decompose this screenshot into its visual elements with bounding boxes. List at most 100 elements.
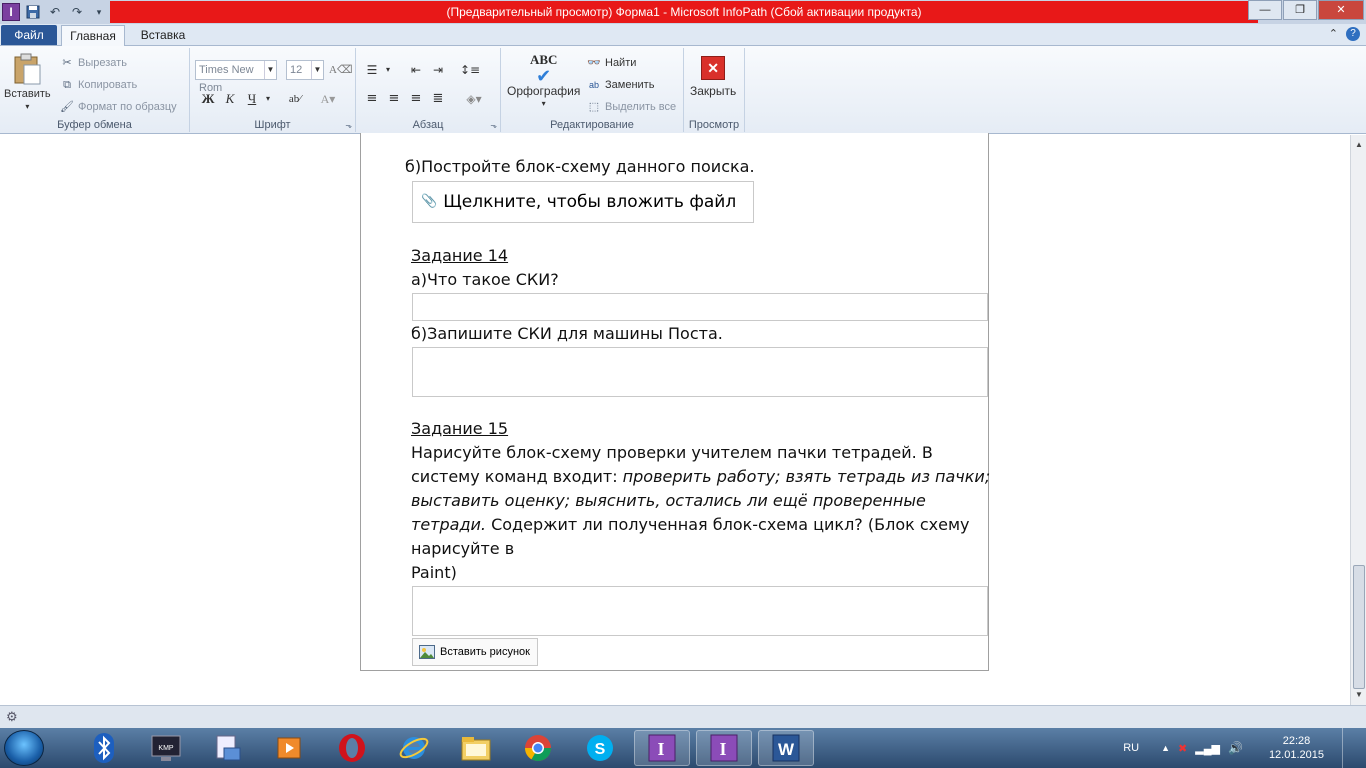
network-icon[interactable]: ✖ xyxy=(1178,742,1187,755)
form-page: б)Постройте блок-схему данного поиска. 📎… xyxy=(360,133,991,671)
taskbar-explorer[interactable] xyxy=(448,730,504,766)
find-label: Найти xyxy=(605,57,637,69)
taskbar-ie[interactable] xyxy=(386,730,442,766)
scroll-down-icon[interactable]: ▼ xyxy=(1351,687,1366,703)
replace-button[interactable]: ab Заменить xyxy=(587,78,654,92)
volume-icon[interactable]: 🔊 xyxy=(1228,741,1243,755)
clear-formatting-button[interactable]: A⌫ xyxy=(329,60,353,80)
taskbar-skype[interactable]: S xyxy=(572,730,628,766)
answer-14b-field[interactable] xyxy=(412,347,988,397)
form-status-icon[interactable]: ⚙ xyxy=(6,709,18,725)
taskbar-infopath-2[interactable]: I xyxy=(696,730,752,766)
ribbon-options: ⌃ ? xyxy=(1329,27,1360,41)
find-button[interactable]: 👓 Найти xyxy=(587,56,636,70)
maximize-button[interactable]: ❐ xyxy=(1283,0,1317,20)
save-icon[interactable] xyxy=(24,3,42,21)
clock-time: 22:28 xyxy=(1282,735,1311,747)
close-preview-button[interactable]: ✕ Закрыть xyxy=(690,56,736,98)
window-title: (Предварительный просмотр) Форма1 - Micr… xyxy=(110,1,1258,23)
scissors-icon: ✂ xyxy=(62,57,72,69)
internet-explorer-icon xyxy=(399,737,429,759)
font-name-combo[interactable]: Times New Rom ▼ xyxy=(195,60,277,94)
paragraph-group-label: Абзац xyxy=(412,119,444,131)
align-right-button[interactable]: ≡ xyxy=(406,89,426,109)
spelling-button[interactable]: ABC ✔ Орфография ▾ xyxy=(507,52,580,108)
decrease-indent-button[interactable]: ⇤ xyxy=(406,60,426,80)
font-color-button[interactable]: A▾ xyxy=(318,89,338,109)
justify-button[interactable]: ≣ xyxy=(428,89,448,109)
align-center-button[interactable]: ≡ xyxy=(384,89,404,109)
svg-text:I: I xyxy=(719,739,726,759)
start-button[interactable] xyxy=(4,730,44,766)
picture-field[interactable] xyxy=(412,586,988,636)
tab-insert[interactable]: Вставка xyxy=(133,25,193,45)
copy-button[interactable]: ⧉ Копировать xyxy=(60,78,137,92)
tab-file[interactable]: Файл xyxy=(1,25,57,45)
redo-icon[interactable]: ↷ xyxy=(68,3,86,21)
taskbar-word[interactable]: W xyxy=(758,730,814,766)
minimize-ribbon-icon[interactable]: ⌃ xyxy=(1329,27,1338,41)
taskbar-infopath-1[interactable]: I xyxy=(634,730,690,766)
font-size-combo[interactable]: 12 ▼ xyxy=(286,60,324,80)
align-left-button[interactable]: ≡ xyxy=(362,89,382,109)
cut-label: Вырезать xyxy=(78,57,127,69)
highlight-button[interactable]: ab⁄ xyxy=(285,89,305,109)
taskbar-bluetooth[interactable] xyxy=(76,730,132,766)
checkmark-icon: ✔ xyxy=(536,66,552,86)
file-attachment-control[interactable]: 📎 Щелкните, чтобы вложить файл xyxy=(412,181,754,223)
dialog-launcher-icon[interactable]: ⬎ xyxy=(345,121,352,130)
shading-button[interactable]: ◈▾ xyxy=(464,89,484,109)
select-all-label: Выделить все xyxy=(605,101,677,113)
insert-picture-button[interactable]: Вставить рисунок xyxy=(412,638,538,666)
scrollbar-thumb[interactable] xyxy=(1353,565,1365,689)
increase-indent-button[interactable]: ⇥ xyxy=(428,60,448,80)
select-all-button[interactable]: ⬚ Выделить все xyxy=(587,100,676,114)
bold-button[interactable]: Ж xyxy=(198,89,218,109)
line-spacing-button[interactable]: ↕≡ xyxy=(460,60,480,80)
taskbar-chrome[interactable] xyxy=(510,730,566,766)
show-hidden-icons-icon[interactable]: ▲ xyxy=(1161,743,1170,753)
bullets-dropdown-icon[interactable]: ▾ xyxy=(378,60,398,80)
copy-icon: ⧉ xyxy=(63,79,71,91)
show-desktop-button[interactable] xyxy=(1342,728,1352,768)
infopath-app-icon[interactable]: I xyxy=(2,3,20,21)
editing-group-label: Редактирование xyxy=(550,119,634,131)
taskbar-kmplayer[interactable]: KMP xyxy=(138,730,194,766)
paragraph-group: ☰ ▾ ⇤ ⇥ ↕≡ ≡ ≡ ≡ ≣ ◈▾ Абзац ⬎ xyxy=(356,48,501,132)
infopath-icon: I xyxy=(648,734,676,762)
infopath-icon: I xyxy=(710,734,738,762)
font-group-label: Шрифт xyxy=(254,119,291,131)
font-size-value: 12 xyxy=(290,64,303,76)
vertical-scrollbar[interactable]: ▲ ▼ xyxy=(1350,135,1366,705)
close-window-button[interactable]: ✕ xyxy=(1318,0,1364,20)
signal-icon[interactable]: ▂▄▆ xyxy=(1195,742,1220,755)
chevron-down-icon: ▼ xyxy=(311,61,323,79)
minimize-button[interactable]: — xyxy=(1248,0,1282,20)
clock[interactable]: 22:28 12.01.2015 xyxy=(1269,734,1324,762)
undo-icon[interactable]: ↶ xyxy=(46,3,64,21)
document-mail-icon xyxy=(216,735,241,761)
paste-button[interactable]: Вставить ▾ xyxy=(4,52,51,111)
svg-text:W: W xyxy=(778,740,795,759)
taskbar-opera[interactable] xyxy=(324,730,380,766)
format-painter-button[interactable]: 🖌 Формат по образцу xyxy=(60,100,177,114)
answer-14a-field[interactable] xyxy=(412,293,988,321)
scroll-up-icon[interactable]: ▲ xyxy=(1351,137,1366,153)
cut-button[interactable]: ✂ Вырезать xyxy=(60,56,127,70)
taskbar-mail[interactable] xyxy=(200,730,256,766)
taskbar: KMP S I I W RU ▲ ✖ ▂▄▆ 🔊 22:28 12.01.201… xyxy=(0,728,1366,768)
opera-icon xyxy=(339,734,365,762)
task-15-line-2-italic: проверить работу; взять тетрадь из пачки… xyxy=(622,467,991,486)
clipboard-group-label: Буфер обмена xyxy=(57,119,132,131)
customize-qat-icon[interactable]: ▾ xyxy=(90,3,108,21)
taskbar-media[interactable] xyxy=(262,730,318,766)
italic-button[interactable]: К xyxy=(220,89,240,109)
language-indicator[interactable]: RU xyxy=(1123,742,1139,754)
underline-dropdown-icon[interactable]: ▾ xyxy=(258,89,278,109)
task-15-line-4-italic: тетради. xyxy=(411,515,486,534)
help-icon[interactable]: ? xyxy=(1346,27,1360,41)
tab-home[interactable]: Главная xyxy=(61,25,125,47)
dialog-launcher-icon[interactable]: ⬎ xyxy=(490,121,497,130)
word-icon: W xyxy=(772,734,800,762)
task-15-text: Нарисуйте блок-схему проверки учителем п… xyxy=(411,441,991,585)
